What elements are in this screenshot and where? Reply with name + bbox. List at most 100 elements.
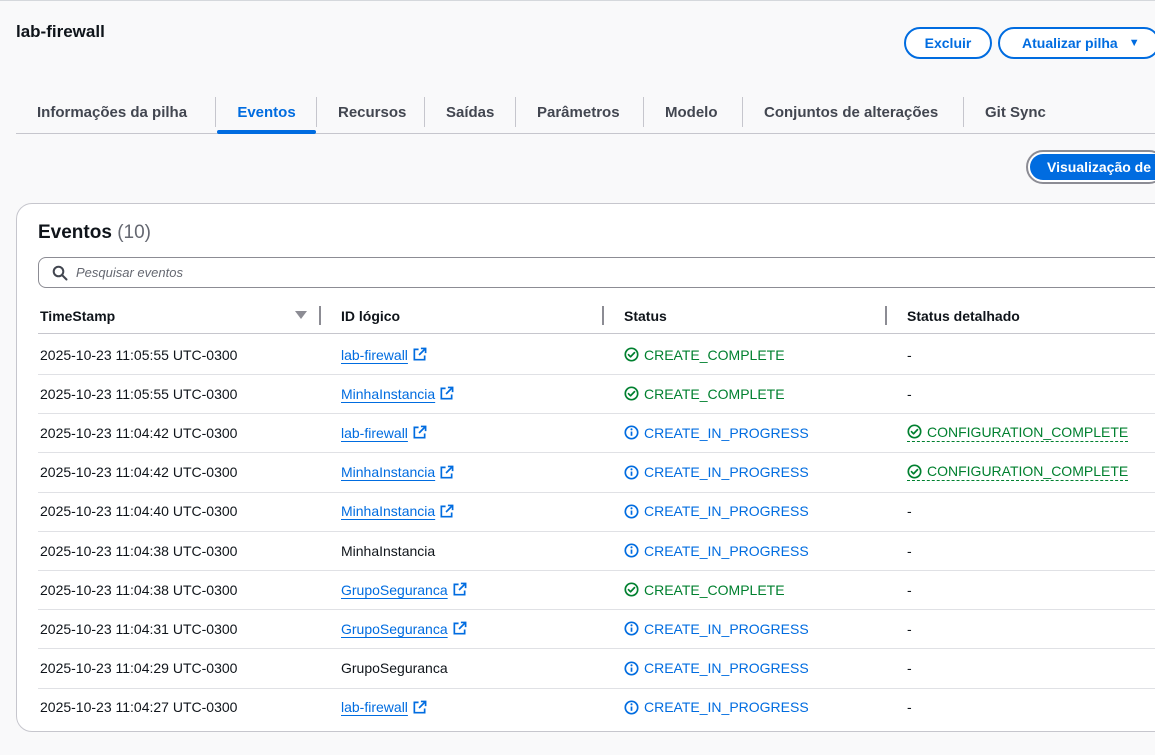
table-row: 2025-10-23 11:04:27 UTC-0300 lab-firewall… — [38, 688, 1155, 728]
logical-id-link[interactable]: GrupoSeguranca — [341, 582, 467, 598]
table-row: 2025-10-23 11:05:55 UTC-0300 lab-firewall… — [38, 335, 1155, 375]
logical-id-cell: GrupoSeguranca — [341, 609, 467, 648]
column-resizer[interactable] — [602, 306, 604, 325]
check-circle-icon — [907, 464, 922, 479]
check-circle-icon — [624, 386, 639, 401]
status-text: CREATE_IN_PROGRESS — [644, 464, 809, 481]
info-circle-icon — [624, 543, 639, 558]
status-detail-badge[interactable]: CONFIGURATION_COMPLETE — [907, 423, 1129, 442]
check-circle-icon — [624, 347, 639, 362]
status-detail-cell: CONFIGURATION_COMPLETE — [907, 453, 1129, 492]
logical-id-text: GrupoSeguranca — [341, 660, 448, 677]
logical-id-link[interactable]: MinhaInstancia — [341, 386, 454, 402]
tab-divider — [215, 97, 216, 127]
timestamp-cell: 2025-10-23 11:04:40 UTC-0300 — [40, 503, 238, 520]
status-badge: CREATE_IN_PROGRESS — [624, 503, 809, 519]
status-detail-text: - — [907, 581, 912, 598]
tab-events[interactable]: Eventos — [217, 92, 316, 134]
logical-id-text: MinhaInstancia — [341, 542, 436, 559]
tab-git-sync[interactable]: Git Sync — [985, 92, 1046, 133]
logical-id-link[interactable]: lab-firewall — [341, 347, 427, 363]
table-header: TimeStamp ID lógico Status Status detalh… — [38, 300, 1155, 334]
update-stack-label: Atualizar pilha — [1022, 35, 1118, 51]
column-status[interactable]: Status — [624, 308, 667, 324]
column-logical-id[interactable]: ID lógico — [341, 308, 400, 324]
logical-id-link[interactable]: GrupoSeguranca — [341, 621, 467, 637]
check-circle-icon — [907, 424, 922, 439]
logical-id-link[interactable]: MinhaInstancia — [341, 464, 454, 480]
status-text: CREATE_IN_PROGRESS — [644, 542, 809, 559]
status-detail-text: - — [907, 620, 912, 637]
status-detail-text: - — [907, 542, 912, 559]
status-badge: CREATE_IN_PROGRESS — [624, 425, 809, 441]
column-resizer[interactable] — [885, 306, 887, 325]
logical-id-cell: lab-firewall — [341, 688, 427, 727]
sort-down-icon[interactable] — [295, 310, 307, 320]
timestamp-cell: 2025-10-23 11:05:55 UTC-0300 — [40, 385, 238, 402]
tab-resources[interactable]: Recursos — [338, 92, 406, 133]
status-detail-cell: - — [907, 531, 912, 570]
external-link-icon — [440, 504, 454, 518]
status-cell: CREATE_IN_PROGRESS — [624, 492, 809, 531]
status-text: CREATE_IN_PROGRESS — [644, 660, 809, 677]
status-cell: CREATE_IN_PROGRESS — [624, 453, 809, 492]
timestamp-cell: 2025-10-23 11:04:29 UTC-0300 — [40, 660, 238, 677]
table-row: 2025-10-23 11:04:31 UTC-0300 GrupoSeguran… — [38, 609, 1155, 650]
timestamp-cell: 2025-10-23 11:04:27 UTC-0300 — [40, 699, 238, 716]
tab-change-sets[interactable]: Conjuntos de alterações — [764, 92, 938, 133]
status-detail-text: CONFIGURATION_COMPLETE — [927, 423, 1129, 440]
status-detail-text: - — [907, 385, 912, 402]
timestamp-cell: 2025-10-23 11:04:38 UTC-0300 — [40, 581, 238, 598]
status-detail-cell: - — [907, 570, 912, 609]
table-row: 2025-10-23 11:04:38 UTC-0300 GrupoSeguran… — [38, 570, 1155, 611]
tab-divider — [515, 97, 516, 127]
top-divider — [0, 0, 1155, 1]
column-status-detail[interactable]: Status detalhado — [907, 308, 1020, 324]
status-detail-cell: - — [907, 492, 912, 531]
timestamp-cell: 2025-10-23 11:05:55 UTC-0300 — [40, 346, 238, 363]
tab-divider — [963, 97, 964, 127]
status-text: CREATE_IN_PROGRESS — [644, 503, 809, 520]
logical-id-link[interactable]: lab-firewall — [341, 699, 427, 715]
column-timestamp[interactable]: TimeStamp — [40, 308, 115, 324]
tab-events-label: Eventos — [237, 104, 296, 121]
caret-down-icon: ▼ — [1128, 37, 1140, 49]
status-detail-cell: CONFIGURATION_COMPLETE — [907, 413, 1129, 452]
tab-outputs[interactable]: Saídas — [446, 92, 494, 133]
info-circle-icon — [624, 425, 639, 440]
tab-divider — [742, 97, 743, 127]
column-resizer[interactable] — [319, 306, 321, 325]
events-heading: Eventos (10) — [38, 222, 151, 244]
status-detail-text: CONFIGURATION_COMPLETE — [927, 463, 1129, 480]
info-circle-icon — [624, 465, 639, 480]
logical-id-link[interactable]: MinhaInstancia — [341, 503, 454, 519]
search-box — [38, 257, 1155, 288]
info-circle-icon — [624, 504, 639, 519]
tab-bar: Informações da pilha Eventos Recursos Sa… — [16, 92, 1155, 134]
status-badge: CREATE_COMPLETE — [624, 386, 785, 402]
logical-id-link[interactable]: lab-firewall — [341, 425, 427, 441]
logical-id-cell: MinhaInstancia — [341, 531, 435, 570]
delete-button[interactable]: Excluir — [904, 27, 992, 59]
events-count: (10) — [117, 222, 151, 243]
status-text: CREATE_IN_PROGRESS — [644, 620, 809, 637]
events-panel: Eventos (10) TimeStamp ID lógico Status … — [16, 203, 1155, 732]
tab-divider — [316, 97, 317, 127]
search-input[interactable] — [76, 265, 1076, 280]
status-badge: CREATE_IN_PROGRESS — [624, 464, 809, 480]
status-detail-cell: - — [907, 374, 912, 413]
update-stack-button[interactable]: Atualizar pilha ▼ — [998, 27, 1155, 59]
tab-stack-info[interactable]: Informações da pilha — [37, 92, 187, 133]
external-link-icon — [453, 582, 467, 596]
status-badge: CREATE_COMPLETE — [624, 582, 785, 598]
logical-id-cell: MinhaInstancia — [341, 374, 454, 413]
external-link-icon — [413, 700, 427, 714]
visualization-button[interactable]: Visualização de — [1030, 154, 1155, 180]
status-badge: CREATE_IN_PROGRESS — [624, 621, 809, 637]
status-text: CREATE_COMPLETE — [644, 385, 785, 402]
status-detail-badge[interactable]: CONFIGURATION_COMPLETE — [907, 463, 1129, 482]
tab-parameters[interactable]: Parâmetros — [537, 92, 620, 133]
external-link-icon — [453, 621, 467, 635]
tab-template[interactable]: Modelo — [665, 92, 718, 133]
logical-id-text: GrupoSeguranca — [341, 581, 448, 598]
